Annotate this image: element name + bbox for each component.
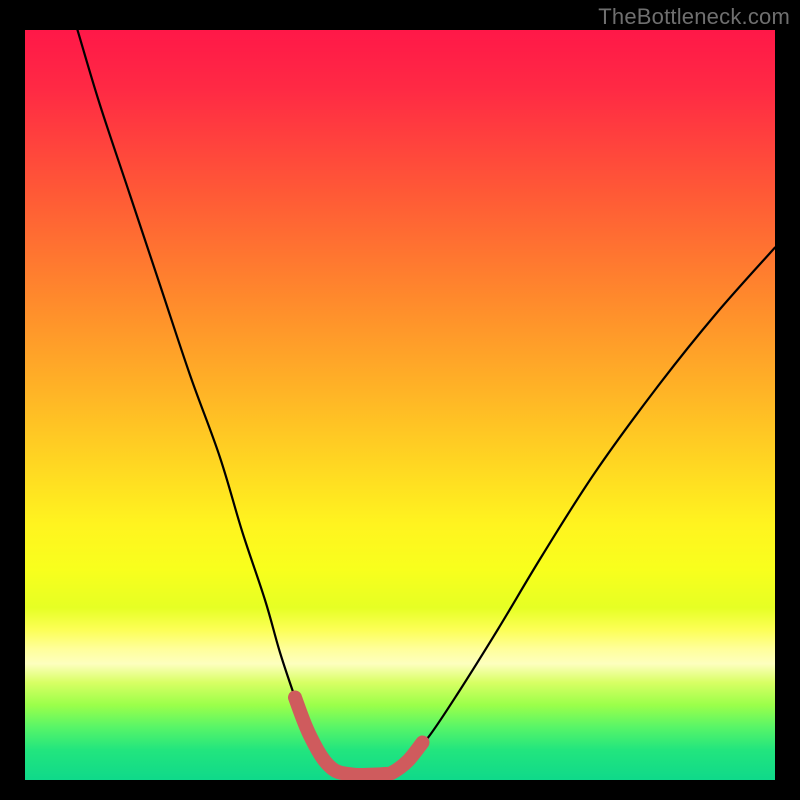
valley-highlight bbox=[295, 698, 423, 776]
plot-area bbox=[25, 30, 775, 780]
bottleneck-curve bbox=[78, 30, 776, 775]
curve-layer bbox=[25, 30, 775, 780]
watermark-text: TheBottleneck.com bbox=[598, 4, 790, 30]
chart-frame: TheBottleneck.com bbox=[0, 0, 800, 800]
